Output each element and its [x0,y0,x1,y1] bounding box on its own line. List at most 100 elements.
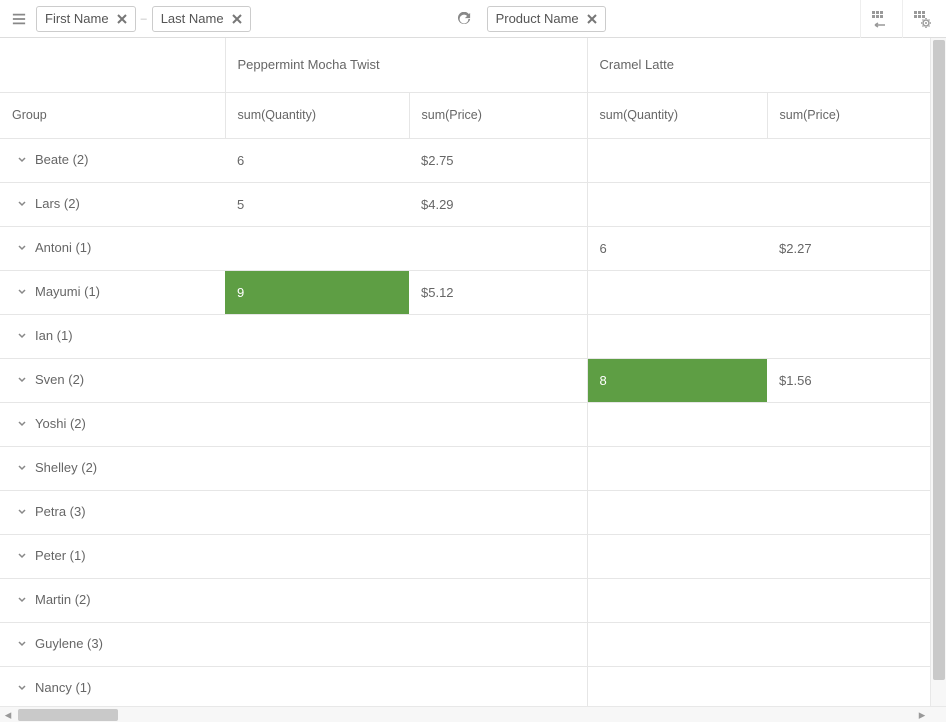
price-cell[interactable] [409,490,587,534]
price-cell[interactable] [767,490,930,534]
price-cell[interactable] [409,578,587,622]
rows-icon[interactable] [6,6,32,32]
group-cell[interactable]: Guylene (3) [0,622,225,666]
group-cell[interactable]: Martin (2) [0,578,225,622]
expand-button[interactable]: Antoni (1) [16,240,91,255]
price-cell[interactable] [767,666,930,706]
export-icon[interactable] [860,0,898,38]
close-icon[interactable] [230,12,244,26]
quantity-cell[interactable] [587,622,767,666]
close-icon[interactable] [585,12,599,26]
price-cell[interactable] [409,446,587,490]
scrollbar-thumb[interactable] [933,40,945,680]
row-chip-lastname[interactable]: Last Name [152,6,251,32]
expand-button[interactable]: Peter (1) [16,548,86,563]
quantity-cell[interactable] [225,578,409,622]
scroll-left-arrow[interactable]: ◂ [0,707,16,723]
price-cell[interactable] [767,138,930,182]
measure-header[interactable]: sum(Price) [767,92,930,138]
quantity-cell[interactable] [225,314,409,358]
expand-button[interactable]: Beate (2) [16,152,88,167]
product-header[interactable]: Peppermint Mocha Twist [225,38,587,92]
settings-icon[interactable] [902,0,940,38]
quantity-cell[interactable] [225,622,409,666]
quantity-cell[interactable] [225,534,409,578]
quantity-cell[interactable] [225,490,409,534]
expand-button[interactable]: Petra (3) [16,504,86,519]
price-cell[interactable]: $2.75 [409,138,587,182]
price-cell[interactable] [409,534,587,578]
col-chip-productname[interactable]: Product Name [487,6,606,32]
quantity-cell[interactable] [225,402,409,446]
expand-button[interactable]: Nancy (1) [16,680,91,695]
quantity-cell[interactable] [587,534,767,578]
expand-button[interactable]: Lars (2) [16,196,80,211]
group-cell[interactable]: Antoni (1) [0,226,225,270]
quantity-cell[interactable]: 6 [587,226,767,270]
group-cell[interactable]: Yoshi (2) [0,402,225,446]
price-cell[interactable] [767,402,930,446]
close-icon[interactable] [115,12,129,26]
price-cell[interactable] [767,578,930,622]
expand-button[interactable]: Mayumi (1) [16,284,100,299]
quantity-cell[interactable] [587,314,767,358]
quantity-cell[interactable] [587,402,767,446]
vertical-scrollbar[interactable] [930,38,946,706]
quantity-cell[interactable] [587,270,767,314]
quantity-cell[interactable] [587,666,767,706]
row-chip-firstname[interactable]: First Name [36,6,136,32]
expand-button[interactable]: Sven (2) [16,372,84,387]
horizontal-scrollbar[interactable]: ◂ ▸ [0,706,946,722]
quantity-cell[interactable]: 9 [225,270,409,314]
group-cell[interactable]: Lars (2) [0,182,225,226]
group-cell[interactable]: Shelley (2) [0,446,225,490]
refresh-icon[interactable] [451,6,477,32]
group-cell[interactable]: Nancy (1) [0,666,225,706]
expand-button[interactable]: Martin (2) [16,592,91,607]
quantity-cell[interactable] [587,578,767,622]
price-cell[interactable] [767,270,930,314]
price-cell[interactable] [767,622,930,666]
quantity-cell[interactable] [225,358,409,402]
price-cell[interactable] [767,182,930,226]
quantity-cell[interactable]: 8 [587,358,767,402]
group-cell[interactable]: Sven (2) [0,358,225,402]
price-cell[interactable]: $2.27 [767,226,930,270]
price-cell[interactable]: $4.29 [409,182,587,226]
quantity-cell[interactable] [225,446,409,490]
group-cell[interactable]: Peter (1) [0,534,225,578]
quantity-cell[interactable] [587,138,767,182]
product-header[interactable]: Cramel Latte [587,38,930,92]
price-cell[interactable] [767,446,930,490]
price-cell[interactable]: $1.56 [767,358,930,402]
price-cell[interactable] [409,358,587,402]
group-cell[interactable]: Beate (2) [0,138,225,182]
group-cell[interactable]: Mayumi (1) [0,270,225,314]
quantity-cell[interactable] [587,446,767,490]
measure-header[interactable]: sum(Quantity) [587,92,767,138]
price-cell[interactable] [409,666,587,706]
group-cell[interactable]: Petra (3) [0,490,225,534]
measure-header[interactable]: sum(Price) [409,92,587,138]
price-cell[interactable] [767,314,930,358]
quantity-cell[interactable]: 5 [225,182,409,226]
price-cell[interactable]: $5.12 [409,270,587,314]
quantity-cell[interactable] [587,490,767,534]
quantity-cell[interactable] [225,226,409,270]
price-cell[interactable] [409,226,587,270]
price-cell[interactable] [409,314,587,358]
expand-button[interactable]: Ian (1) [16,328,73,343]
group-cell[interactable]: Ian (1) [0,314,225,358]
expand-button[interactable]: Shelley (2) [16,460,97,475]
price-cell[interactable] [409,402,587,446]
quantity-cell[interactable]: 6 [225,138,409,182]
scroll-right-arrow[interactable]: ▸ [914,707,930,723]
expand-button[interactable]: Yoshi (2) [16,416,86,431]
quantity-cell[interactable] [225,666,409,706]
price-cell[interactable] [767,534,930,578]
measure-header[interactable]: sum(Quantity) [225,92,409,138]
group-header[interactable]: Group [0,92,225,138]
scrollbar-thumb[interactable] [18,709,118,721]
expand-button[interactable]: Guylene (3) [16,636,103,651]
quantity-cell[interactable] [587,182,767,226]
